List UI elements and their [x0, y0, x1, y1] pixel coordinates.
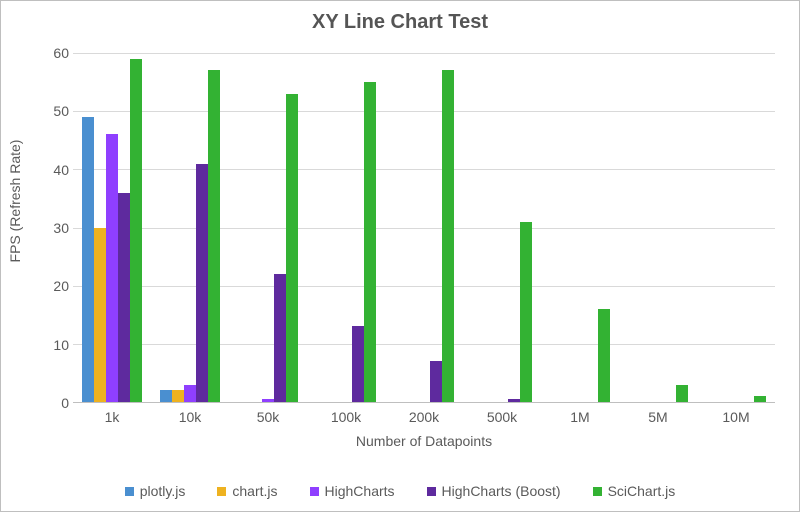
bar	[196, 164, 208, 402]
bar	[286, 94, 298, 402]
bar	[508, 399, 520, 402]
bar	[430, 361, 442, 402]
bar-group	[151, 53, 229, 402]
x-tick-label: 500k	[487, 409, 517, 425]
bar	[172, 390, 184, 402]
x-tick-label: 50k	[257, 409, 280, 425]
legend-item: HighCharts	[310, 483, 395, 499]
plot-area: 0102030405060 1k10k50k100k200k500k1M5M10…	[73, 53, 775, 403]
bar	[520, 222, 532, 402]
y-tick-label: 60	[33, 45, 69, 61]
bar	[754, 396, 766, 402]
bar	[598, 309, 610, 402]
x-tick-label: 1M	[570, 409, 589, 425]
x-tick-label: 1k	[105, 409, 120, 425]
x-tick-label: 10M	[722, 409, 749, 425]
bar-group	[619, 53, 697, 402]
bar-groups	[73, 53, 775, 402]
y-tick-label: 0	[33, 395, 69, 411]
x-tick-label: 10k	[179, 409, 202, 425]
legend-swatch	[427, 487, 436, 496]
legend-label: SciChart.js	[608, 483, 676, 499]
chart-container: XY Line Chart Test FPS (Refresh Rate) 01…	[0, 0, 800, 512]
bar-group	[73, 53, 151, 402]
legend-swatch	[217, 487, 226, 496]
x-tick-label: 200k	[409, 409, 439, 425]
x-axis-label: Number of Datapoints	[356, 433, 492, 449]
legend-label: HighCharts (Boost)	[442, 483, 561, 499]
bar	[160, 390, 172, 402]
x-tick-label: 100k	[331, 409, 361, 425]
bar	[676, 385, 688, 402]
legend-swatch	[593, 487, 602, 496]
y-ticks: 0102030405060	[33, 53, 69, 403]
legend-label: chart.js	[232, 483, 277, 499]
legend-item: HighCharts (Boost)	[427, 483, 561, 499]
bar	[106, 134, 118, 402]
bar-group	[541, 53, 619, 402]
legend-item: chart.js	[217, 483, 277, 499]
legend-label: HighCharts	[325, 483, 395, 499]
chart-title: XY Line Chart Test	[1, 1, 799, 34]
bar	[208, 70, 220, 402]
y-axis-label: FPS (Refresh Rate)	[7, 140, 23, 263]
bar-group	[385, 53, 463, 402]
bar	[94, 228, 106, 403]
x-ticks: 1k 10k 50k 100k 200k 500k 1M 5M 10M	[73, 403, 775, 427]
bar	[352, 326, 364, 402]
y-tick-label: 20	[33, 278, 69, 294]
y-tick-label: 50	[33, 103, 69, 119]
legend-item: plotly.js	[125, 483, 186, 499]
bar	[130, 59, 142, 402]
y-tick-label: 40	[33, 162, 69, 178]
bar-group	[463, 53, 541, 402]
bar	[262, 399, 274, 402]
y-tick-label: 30	[33, 220, 69, 236]
bar	[442, 70, 454, 402]
y-tick-label: 10	[33, 337, 69, 353]
legend-swatch	[125, 487, 134, 496]
bar-group	[697, 53, 775, 402]
legend-swatch	[310, 487, 319, 496]
legend-item: SciChart.js	[593, 483, 676, 499]
legend-label: plotly.js	[140, 483, 186, 499]
bar	[364, 82, 376, 402]
bar-group	[307, 53, 385, 402]
bar	[118, 193, 130, 402]
bar	[274, 274, 286, 402]
legend: plotly.js chart.js HighCharts HighCharts (B…	[1, 483, 799, 499]
bar	[184, 385, 196, 402]
x-tick-label: 5M	[648, 409, 667, 425]
bar	[82, 117, 94, 402]
bar-group	[229, 53, 307, 402]
